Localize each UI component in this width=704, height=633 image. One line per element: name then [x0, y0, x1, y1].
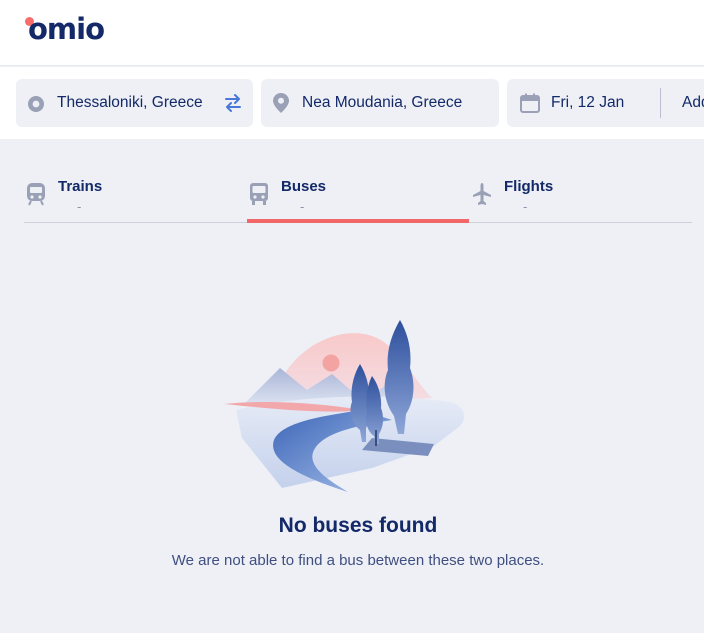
- tab-buses[interactable]: Buses -: [247, 170, 469, 223]
- top-bar: omio: [0, 0, 704, 66]
- bus-icon: [250, 183, 268, 205]
- tab-trains-price: -: [77, 199, 82, 214]
- origin-dot-icon: [28, 96, 44, 112]
- tab-flights-label: Flights: [504, 178, 554, 195]
- plane-icon: [473, 183, 491, 205]
- landscape-illustration: [224, 320, 465, 492]
- destination-value: Nea Moudania, Greece: [302, 94, 463, 111]
- tab-flights-price: -: [523, 199, 528, 214]
- destination-field[interactable]: Nea Moudania, Greece: [261, 79, 499, 127]
- field-divider: [660, 88, 661, 118]
- tab-flights[interactable]: Flights -: [470, 170, 692, 222]
- tab-trains-label: Trains: [58, 178, 103, 195]
- origin-field[interactable]: Thessaloniki, Greece: [16, 79, 253, 127]
- departure-date: Fri, 12 Jan: [551, 94, 625, 111]
- tab-buses-price: -: [300, 199, 305, 214]
- empty-state-title: No buses found: [278, 514, 438, 537]
- train-icon: [27, 183, 45, 206]
- search-bar: Thessaloniki, Greece Nea Moudania, Greec…: [0, 67, 704, 139]
- origin-value: Thessaloniki, Greece: [57, 94, 203, 111]
- tab-trains[interactable]: Trains -: [24, 170, 246, 222]
- calendar-icon: [520, 93, 540, 113]
- empty-state-message: We are not able to find a bus between th…: [171, 552, 545, 569]
- tab-buses-label: Buses: [281, 178, 327, 195]
- date-field[interactable]: Fri, 12 Jan Add: [507, 79, 704, 127]
- add-return-button[interactable]: Add: [682, 94, 704, 112]
- logo-text: omio: [28, 12, 105, 46]
- location-pin-icon: [273, 93, 289, 113]
- travel-mode-tabs: Trains - Buses - Flights -: [24, 170, 692, 223]
- swap-arrows-icon[interactable]: [223, 94, 243, 112]
